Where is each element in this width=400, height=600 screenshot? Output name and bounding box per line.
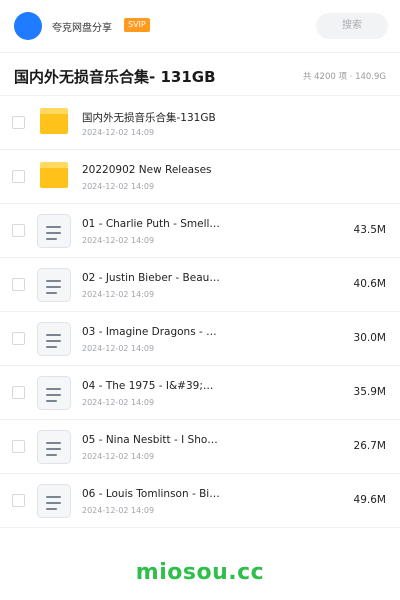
site-watermark: miosou.cc <box>135 560 265 585</box>
audio-file-icon <box>37 484 71 518</box>
share-header: 夸克网盘分享 SVIP 搜索 <box>0 0 400 52</box>
list-item[interactable]: 01 - Charlie Puth - Smell… 2024-12-02 14… <box>0 204 400 258</box>
audio-file-icon <box>37 322 71 356</box>
item-name: 03 - Imagine Dragons - Lo… <box>82 326 222 338</box>
row-checkbox[interactable] <box>12 116 25 129</box>
row-checkbox[interactable] <box>12 494 25 507</box>
row-checkbox[interactable] <box>12 170 25 183</box>
row-checkbox[interactable] <box>12 224 25 237</box>
audio-file-icon <box>37 430 71 464</box>
list-item[interactable]: 06 - Louis Tomlinson - Bi… 2024-12-02 14… <box>0 474 400 528</box>
item-name: 02 - Justin Bieber - Beau… <box>82 272 220 284</box>
title-bar: 国内外无损音乐合集- 131GB 共 4200 项 · 140.9G <box>0 52 400 96</box>
item-size: 49.6M <box>353 494 386 506</box>
item-date: 2024-12-02 14:09 <box>82 344 155 353</box>
item-date: 2024-12-02 14:09 <box>82 452 155 461</box>
file-summary: 共 4200 项 · 140.9G <box>302 72 386 82</box>
item-size: 30.0M <box>353 332 386 344</box>
avatar[interactable] <box>14 12 42 40</box>
item-size: 40.6M <box>353 278 386 290</box>
row-checkbox[interactable] <box>12 386 25 399</box>
audio-file-icon <box>37 214 71 248</box>
item-size: 26.7M <box>353 440 386 452</box>
svip-badge: SVIP <box>124 18 150 32</box>
item-date: 2024-12-02 14:09 <box>82 182 155 191</box>
item-name: 04 - The 1975 - I&#39;m I… <box>82 380 222 392</box>
item-size: 43.5M <box>353 224 386 236</box>
item-name: 20220902 New Releases <box>82 164 212 176</box>
page-title: 国内外无损音乐合集- 131GB <box>14 68 216 86</box>
row-checkbox[interactable] <box>12 278 25 291</box>
share-name: 夸克网盘分享 <box>52 23 112 34</box>
item-size: 35.9M <box>353 386 386 398</box>
list-item[interactable]: 国内外无损音乐合集-131GB 2024-12-02 14:09 <box>0 96 400 150</box>
item-date: 2024-12-02 14:09 <box>82 236 155 245</box>
list-item[interactable]: 20220902 New Releases 2024-12-02 14:09 <box>0 150 400 204</box>
list-item[interactable]: 05 - Nina Nesbitt - I Sho… 2024-12-02 14… <box>0 420 400 474</box>
item-date: 2024-12-02 14:09 <box>82 506 155 515</box>
audio-file-icon <box>37 268 71 302</box>
folder-icon <box>40 108 68 134</box>
item-date: 2024-12-02 14:09 <box>82 290 155 299</box>
item-name: 国内外无损音乐合集-131GB <box>82 112 216 124</box>
list-item[interactable]: 03 - Imagine Dragons - Lo… 2024-12-02 14… <box>0 312 400 366</box>
folder-icon <box>40 162 68 188</box>
row-checkbox[interactable] <box>12 440 25 453</box>
audio-file-icon <box>37 376 71 410</box>
item-name: 05 - Nina Nesbitt - I Sho… <box>82 434 218 446</box>
item-date: 2024-12-02 14:09 <box>82 128 155 137</box>
item-name: 01 - Charlie Puth - Smell… <box>82 218 220 230</box>
list-item[interactable]: 02 - Justin Bieber - Beau… 2024-12-02 14… <box>0 258 400 312</box>
item-name: 06 - Louis Tomlinson - Bi… <box>82 488 220 500</box>
file-list: 国内外无损音乐合集-131GB 2024-12-02 14:09 2022090… <box>0 96 400 528</box>
item-date: 2024-12-02 14:09 <box>82 398 155 407</box>
list-item[interactable]: 04 - The 1975 - I&#39;m I… 2024-12-02 14… <box>0 366 400 420</box>
row-checkbox[interactable] <box>12 332 25 345</box>
search-button[interactable]: 搜索 <box>316 13 388 39</box>
